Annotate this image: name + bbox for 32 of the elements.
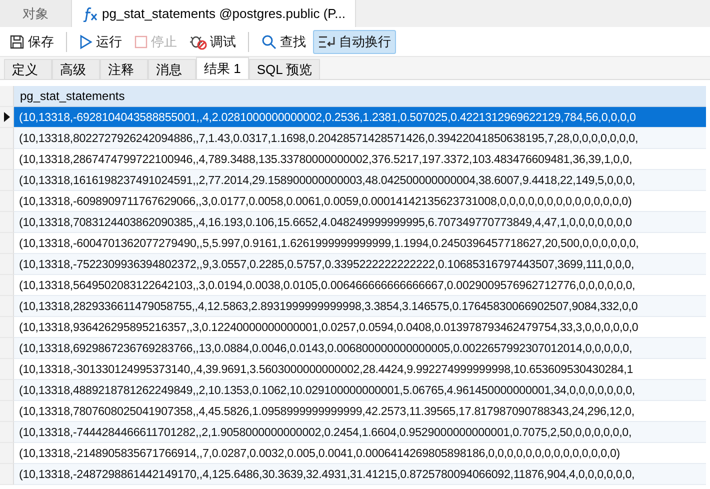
table-cell[interactable]: (10,13318,4889218781262249849,,2,10.1353,0.1062,10.029100000000001,5.06765,4.961450000000001,34,0,0,0,0,0,0,0, [14,380,706,401]
search-icon [261,34,277,50]
table-cell[interactable]: (10,13318,8022727926242094886,,7,1.43,0.0317,1.1698,0.20428571428571426,0.39422041850638195,7,28,0,0,0,0,0,0,0, [14,128,706,149]
toolbar-button[interactable]: 自动换行 [313,30,396,54]
stop-icon [134,34,148,48]
table-cell[interactable]: (10,13318,-2487298861442149170,,4,125.6486,30.3639,32.4931,31.41215,0.8725780094066092,11876,904,4,0,0,0,0,0,0, [14,464,706,485]
save-icon [9,34,25,50]
table-cell[interactable]: (10,13318,7083124403862090385,,4,16.193,0.106,15.6652,4.048249999999995,6.707349770773849,4,47,1,0,0,0,0,0,0,0 [14,212,706,233]
word-wrap-icon [318,34,336,50]
toolbar-button[interactable]: 查找 [256,30,311,54]
table-cell[interactable]: (10,13318,2829336611479058755,,4,12.5863,2.8931999999999998,3.3854,3.146575,0.17645830066902507,9084,332,0,0 [14,296,706,317]
column-header[interactable]: pg_stat_statements [14,86,706,107]
tab[interactable]: SQL 预览 [248,59,320,79]
function-icon [82,6,98,22]
document-tab[interactable]: 对象 [0,0,72,27]
tab[interactable]: 高级 [52,59,100,79]
toolbar-button[interactable]: 调试 [184,30,241,54]
toolbar-button[interactable]: 运行 [74,30,127,54]
document-tab[interactable]: pg_stat_statements @postgres.public (P... [72,0,356,27]
table-cell[interactable]: (10,13318,1616198237491024591,,2,77.2014,29.158900000000003,48.042500000000004,38.6007,9.4418,22,149,5,0,0,0, [14,170,706,191]
play-icon [79,34,93,50]
tab[interactable]: 结果 1 [196,57,249,79]
tab[interactable]: 消息 [148,59,196,79]
table-cell[interactable]: (10,13318,-7444284466611701282,,2,1.9058000000000002,0.2454,1.6604,0.9529000000000001,0.7075,2,50,0,0,0,0,0,0, [14,422,706,443]
table-cell[interactable]: (10,13318,-6928104043588855001,,4,2.0281000000000002,0.2536,1.2381,0.507025,0.4221312969622129,784,56,0,0,0,0 [14,107,706,128]
tab[interactable]: 注释 [100,59,148,79]
toolbar-button[interactable]: 保存 [4,30,59,54]
bug-icon [189,34,207,50]
table-cell[interactable]: (10,13318,-7522309936394802372,,9,3.0557,0.2285,0.5757,0.3395222222222222,0.10685316797443507,3699,111,0,0,0, [14,254,706,275]
tab[interactable]: 定义 [4,59,52,79]
table-cell[interactable]: (10,13318,6929867236769283766,,13,0.0884,0.0046,0.0143,0.006800000000000005,0.0022657992307012014,0,0,0,0,0, [14,338,706,359]
row-header[interactable] [0,107,14,128]
